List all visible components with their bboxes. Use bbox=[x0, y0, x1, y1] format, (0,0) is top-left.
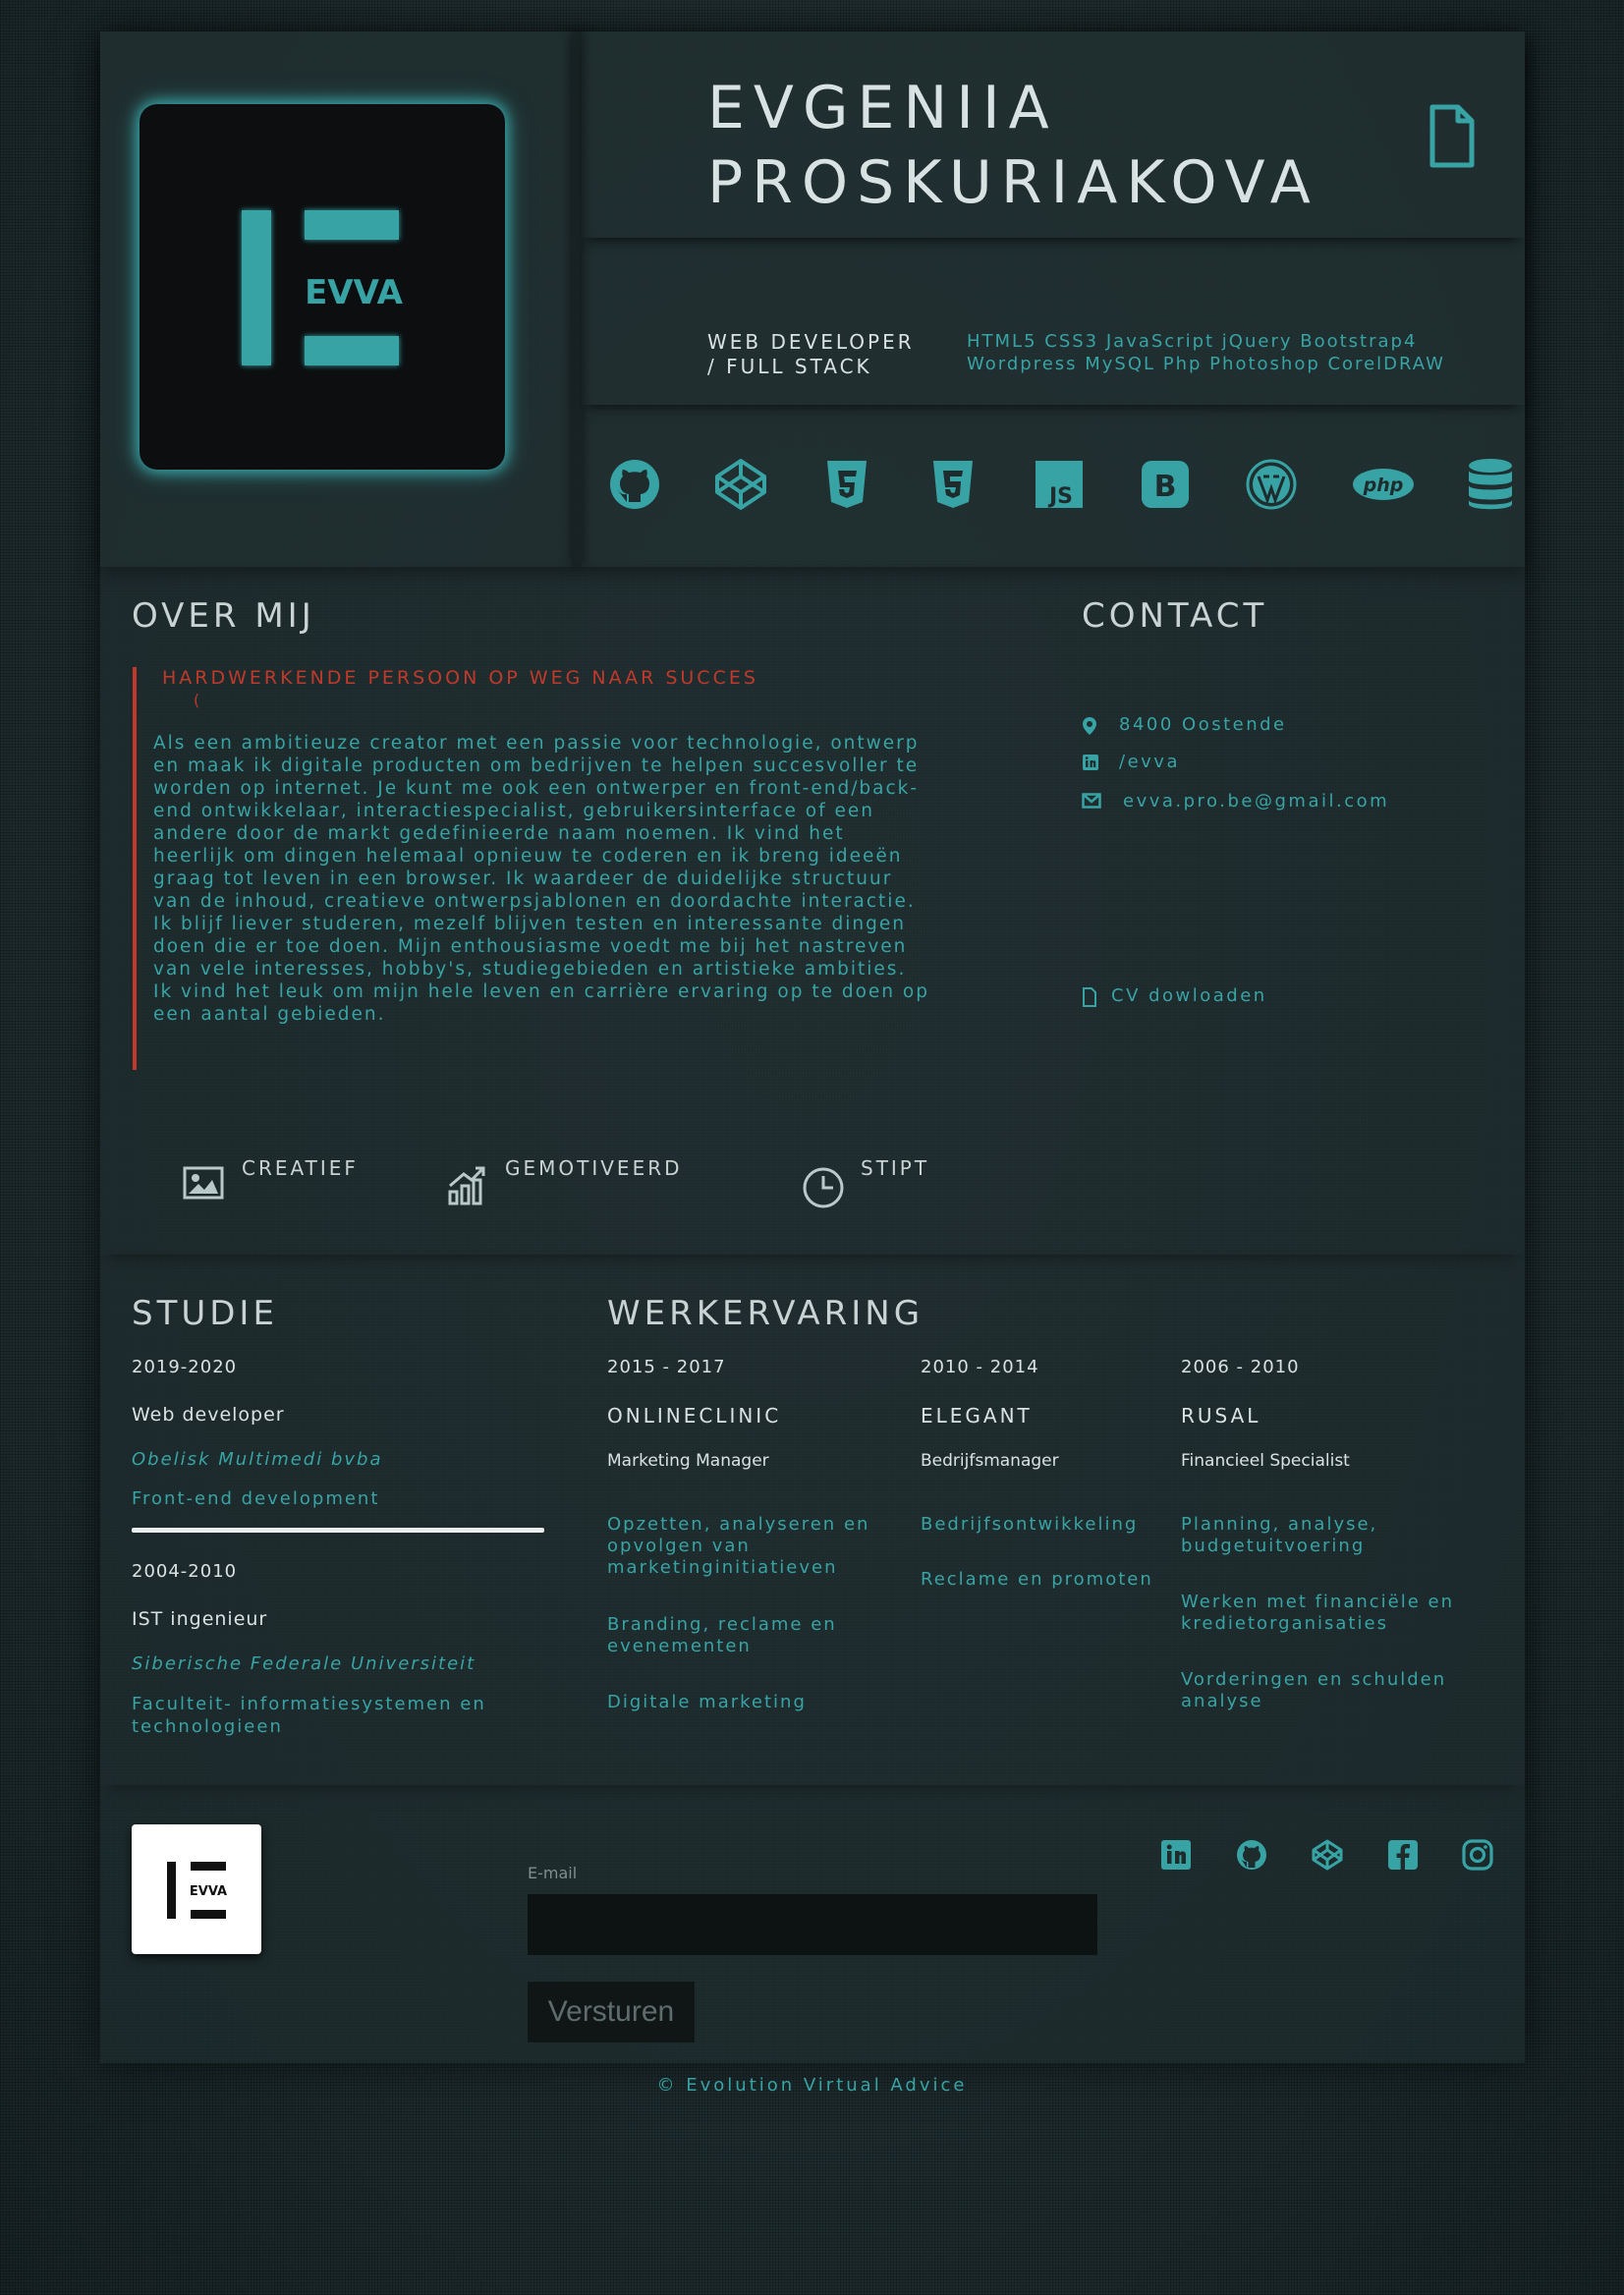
about-paragraph-2: Ik blijf liever studeren, mezelf blijven… bbox=[153, 914, 929, 1025]
job-company: RUSAL bbox=[1181, 1404, 1261, 1427]
footer: EVVA E-mail Versturen bbox=[100, 1785, 1525, 2063]
footer-logo: EVVA bbox=[132, 1824, 261, 1954]
about-section: OVER MIJ HARDWERKENDE PERSOON OP WEG NAA… bbox=[100, 567, 1525, 1255]
traits: CREATIEF GEMOTIVEERD STIPT bbox=[183, 1156, 969, 1215]
html5-icon[interactable] bbox=[819, 457, 874, 512]
svg-text:JS: JS bbox=[1047, 484, 1073, 509]
header: EVVA EVGENIIA PROSKURIAKOVA WEB DEVELOPE… bbox=[100, 31, 1525, 567]
job-task: Vorderingen en schulden analyse bbox=[1181, 1669, 1447, 1711]
study-school: Obelisk Multimedi bvba bbox=[132, 1449, 383, 1470]
map-marker-icon bbox=[1083, 717, 1096, 735]
name-first: EVGENIIA bbox=[707, 74, 1058, 142]
facebook-icon[interactable] bbox=[1386, 1838, 1420, 1872]
study-divider bbox=[132, 1528, 544, 1533]
job-task: Reclame en promoten bbox=[921, 1569, 1153, 1590]
codepen-icon[interactable] bbox=[1311, 1838, 1344, 1872]
study-title: Web developer bbox=[132, 1404, 285, 1426]
skills-line1: HTML5 CSS3 JavaScript jQuery Bootstrap4 bbox=[967, 331, 1418, 352]
bootstrap-icon[interactable]: B bbox=[1138, 457, 1193, 512]
database-icon[interactable] bbox=[1466, 457, 1515, 512]
resume-card: EVVA EVGENIIA PROSKURIAKOVA WEB DEVELOPE… bbox=[100, 31, 1525, 2063]
svg-text:B: B bbox=[1154, 470, 1177, 504]
study-field: Faculteit- informatiesystemen en technol… bbox=[132, 1694, 486, 1737]
tech-icons: JS B php bbox=[607, 457, 1512, 516]
wordpress-icon[interactable] bbox=[1244, 457, 1299, 512]
job-company: ELEGANT bbox=[921, 1404, 1033, 1427]
evva-logo-icon: EVVA bbox=[242, 210, 404, 365]
contact-heading: CONTACT bbox=[1082, 596, 1268, 636]
about-paragraph-1: Als een ambitieuze creator met een passi… bbox=[153, 733, 920, 912]
job-role: Marketing Manager bbox=[607, 1451, 769, 1471]
job-company: ONLINECLINIC bbox=[607, 1404, 782, 1427]
header-divider bbox=[572, 31, 582, 567]
clock-icon bbox=[803, 1167, 844, 1208]
email-field[interactable] bbox=[528, 1894, 1097, 1955]
job-role: Bedrijfsmanager bbox=[921, 1451, 1059, 1471]
file-icon[interactable] bbox=[1428, 104, 1476, 169]
work-heading: WERKERVARING bbox=[607, 1294, 924, 1333]
job-date: 2006 - 2010 bbox=[1181, 1357, 1300, 1377]
study-title: IST ingenieur bbox=[132, 1608, 268, 1630]
send-button[interactable]: Versturen bbox=[528, 1982, 695, 2043]
skills-line2: Wordpress MySQL Php Photoshop CorelDRAW bbox=[967, 354, 1445, 374]
footer-logo-text: EVVA bbox=[190, 1884, 227, 1899]
job-task: Werken met financiële en kredietorganisat… bbox=[1181, 1592, 1455, 1634]
skills-list: HTML5 CSS3 JavaScript jQuery Bootstrap4 … bbox=[967, 330, 1537, 375]
study-date: 2004-2010 bbox=[132, 1561, 238, 1582]
tagline-sub: ( bbox=[194, 691, 200, 709]
about-text: Als een ambitieuze creator met een passi… bbox=[153, 732, 929, 1026]
role-line2: / FULL STACK bbox=[707, 355, 872, 378]
logo: EVVA bbox=[140, 104, 505, 470]
job-date: 2015 - 2017 bbox=[607, 1357, 726, 1377]
job-date: 2010 - 2014 bbox=[921, 1357, 1039, 1377]
instagram-icon[interactable] bbox=[1461, 1838, 1494, 1872]
page-title: EVGENIIA PROSKURIAKOVA bbox=[707, 71, 1454, 220]
name-last: PROSKURIAKOVA bbox=[707, 148, 1319, 217]
email-label: E-mail bbox=[528, 1864, 578, 1882]
tagline: HARDWERKENDE PERSOON OP WEG NAAR SUCCES bbox=[162, 667, 758, 689]
logo-text: EVVA bbox=[305, 273, 404, 312]
codepen-icon[interactable] bbox=[713, 457, 768, 512]
study-school: Siberische Federale Universiteit bbox=[132, 1653, 476, 1674]
js-icon[interactable]: JS bbox=[1032, 457, 1087, 512]
studies-heading: STUDIE bbox=[132, 1294, 278, 1333]
github-icon[interactable] bbox=[607, 457, 662, 512]
svg-text:php: php bbox=[1363, 475, 1404, 496]
copyright: © Evolution Virtual Advice bbox=[656, 2075, 968, 2096]
job-task: Bedrijfsontwikkeling bbox=[921, 1514, 1139, 1535]
role-line1: WEB DEVELOPER bbox=[707, 330, 915, 354]
study-date: 2019-2020 bbox=[132, 1357, 238, 1377]
css3-icon[interactable] bbox=[925, 457, 980, 512]
job-title: WEB DEVELOPER / FULL STACK bbox=[707, 330, 963, 379]
experience-section: STUDIE 2019-2020 Web developer Obelisk M… bbox=[100, 1255, 1525, 1785]
job-task: Opzetten, analyseren en opvolgen van marke… bbox=[607, 1514, 870, 1578]
about-heading: OVER MIJ bbox=[132, 596, 315, 636]
role-block: WEB DEVELOPER / FULL STACK HTML5 CSS3 Ja… bbox=[582, 238, 1525, 405]
name-block: EVGENIIA PROSKURIAKOVA bbox=[582, 31, 1525, 238]
php-icon[interactable]: php bbox=[1350, 457, 1417, 512]
linkedin-icon[interactable] bbox=[1159, 1838, 1193, 1872]
about-quote: HARDWERKENDE PERSOON OP WEG NAAR SUCCES … bbox=[133, 667, 927, 1070]
envelope-icon bbox=[1082, 793, 1101, 809]
job-task: Branding, reclame en evenementen bbox=[607, 1614, 837, 1656]
github-icon[interactable] bbox=[1235, 1838, 1268, 1872]
study-field: Front-end development bbox=[132, 1488, 380, 1509]
job-task: Digitale marketing bbox=[607, 1692, 807, 1712]
linkedin-icon bbox=[1083, 755, 1098, 770]
evva-logo-icon: EVVA bbox=[167, 1862, 227, 1919]
chart-growth-icon bbox=[448, 1166, 485, 1205]
job-role: Financieel Specialist bbox=[1181, 1451, 1350, 1471]
image-icon bbox=[183, 1166, 224, 1200]
job-task: Planning, analyse, budgetuitvoering bbox=[1181, 1514, 1378, 1556]
file-icon bbox=[1083, 987, 1096, 1007]
